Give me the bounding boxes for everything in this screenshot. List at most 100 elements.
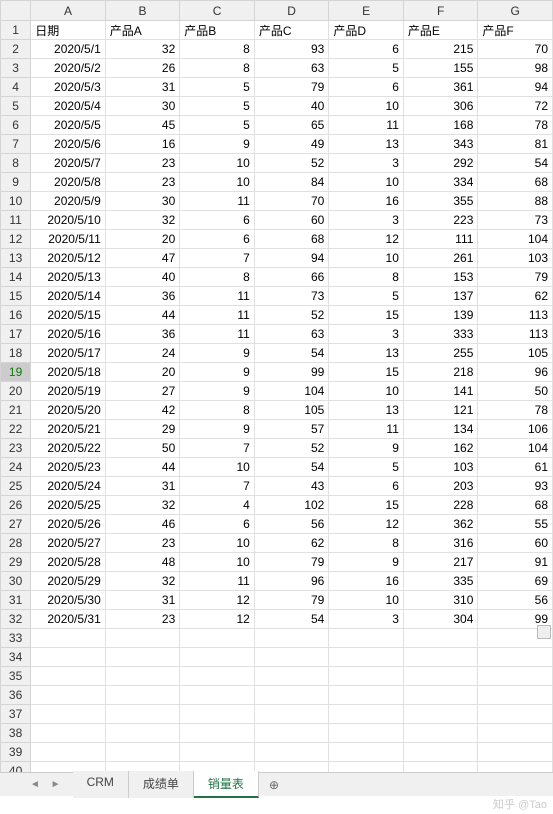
cell-B34[interactable] xyxy=(105,648,180,667)
cell-B19[interactable]: 20 xyxy=(105,363,180,382)
cell-B28[interactable]: 23 xyxy=(105,534,180,553)
cell-F36[interactable] xyxy=(403,686,478,705)
cell-C22[interactable]: 9 xyxy=(180,420,255,439)
cell-B7[interactable]: 16 xyxy=(105,135,180,154)
cell-E10[interactable]: 16 xyxy=(329,192,404,211)
cell-B2[interactable]: 32 xyxy=(105,40,180,59)
cell-C31[interactable]: 12 xyxy=(180,591,255,610)
cell-B6[interactable]: 45 xyxy=(105,116,180,135)
cell-B25[interactable]: 31 xyxy=(105,477,180,496)
cell-G4[interactable]: 94 xyxy=(478,78,553,97)
cell-E29[interactable]: 9 xyxy=(329,553,404,572)
cell-C9[interactable]: 10 xyxy=(180,173,255,192)
cell-C21[interactable]: 8 xyxy=(180,401,255,420)
cell-D19[interactable]: 99 xyxy=(254,363,329,382)
cell-A36[interactable] xyxy=(31,686,106,705)
cell-B11[interactable]: 32 xyxy=(105,211,180,230)
cell-G28[interactable]: 60 xyxy=(478,534,553,553)
cell-A14[interactable]: 2020/5/13 xyxy=(31,268,106,287)
cell-C33[interactable] xyxy=(180,629,255,648)
row-header-17[interactable]: 17 xyxy=(1,325,31,344)
cell-G12[interactable]: 104 xyxy=(478,230,553,249)
cell-C15[interactable]: 11 xyxy=(180,287,255,306)
cell-G36[interactable] xyxy=(478,686,553,705)
cell-A17[interactable]: 2020/5/16 xyxy=(31,325,106,344)
cell-A27[interactable]: 2020/5/26 xyxy=(31,515,106,534)
cell-A11[interactable]: 2020/5/10 xyxy=(31,211,106,230)
cell-C2[interactable]: 8 xyxy=(180,40,255,59)
cell-F2[interactable]: 215 xyxy=(403,40,478,59)
cell-C4[interactable]: 5 xyxy=(180,78,255,97)
cell-D6[interactable]: 65 xyxy=(254,116,329,135)
cell-E4[interactable]: 6 xyxy=(329,78,404,97)
cell-B31[interactable]: 31 xyxy=(105,591,180,610)
cell-G22[interactable]: 106 xyxy=(478,420,553,439)
cell-A4[interactable]: 2020/5/3 xyxy=(31,78,106,97)
row-header-26[interactable]: 26 xyxy=(1,496,31,515)
cell-F5[interactable]: 306 xyxy=(403,97,478,116)
cell-E1[interactable]: 产品D xyxy=(329,21,404,40)
cell-A16[interactable]: 2020/5/15 xyxy=(31,306,106,325)
cell-D20[interactable]: 104 xyxy=(254,382,329,401)
cell-D21[interactable]: 105 xyxy=(254,401,329,420)
cell-C38[interactable] xyxy=(180,724,255,743)
cell-E23[interactable]: 9 xyxy=(329,439,404,458)
cell-A20[interactable]: 2020/5/19 xyxy=(31,382,106,401)
row-header-10[interactable]: 10 xyxy=(1,192,31,211)
cell-A28[interactable]: 2020/5/27 xyxy=(31,534,106,553)
cell-C16[interactable]: 11 xyxy=(180,306,255,325)
cell-B27[interactable]: 46 xyxy=(105,515,180,534)
cell-B13[interactable]: 47 xyxy=(105,249,180,268)
cell-F8[interactable]: 292 xyxy=(403,154,478,173)
row-header-4[interactable]: 4 xyxy=(1,78,31,97)
cell-E18[interactable]: 13 xyxy=(329,344,404,363)
cell-F1[interactable]: 产品E xyxy=(403,21,478,40)
cell-E39[interactable] xyxy=(329,743,404,762)
cell-F4[interactable]: 361 xyxy=(403,78,478,97)
cell-C14[interactable]: 8 xyxy=(180,268,255,287)
cell-D26[interactable]: 102 xyxy=(254,496,329,515)
cell-B32[interactable]: 23 xyxy=(105,610,180,629)
cell-B30[interactable]: 32 xyxy=(105,572,180,591)
cell-B35[interactable] xyxy=(105,667,180,686)
cell-B23[interactable]: 50 xyxy=(105,439,180,458)
sheet-tab-销量表[interactable]: 销量表 xyxy=(194,771,259,798)
cell-D27[interactable]: 56 xyxy=(254,515,329,534)
cell-B21[interactable]: 42 xyxy=(105,401,180,420)
cell-A18[interactable]: 2020/5/17 xyxy=(31,344,106,363)
row-header-39[interactable]: 39 xyxy=(1,743,31,762)
row-header-20[interactable]: 20 xyxy=(1,382,31,401)
cell-E28[interactable]: 8 xyxy=(329,534,404,553)
cell-A2[interactable]: 2020/5/1 xyxy=(31,40,106,59)
cell-A23[interactable]: 2020/5/22 xyxy=(31,439,106,458)
cell-G21[interactable]: 78 xyxy=(478,401,553,420)
cell-A26[interactable]: 2020/5/25 xyxy=(31,496,106,515)
cell-G7[interactable]: 81 xyxy=(478,135,553,154)
cell-G15[interactable]: 62 xyxy=(478,287,553,306)
cell-C26[interactable]: 4 xyxy=(180,496,255,515)
cell-G39[interactable] xyxy=(478,743,553,762)
row-header-30[interactable]: 30 xyxy=(1,572,31,591)
cell-E7[interactable]: 13 xyxy=(329,135,404,154)
row-header-16[interactable]: 16 xyxy=(1,306,31,325)
cell-C10[interactable]: 11 xyxy=(180,192,255,211)
cell-B26[interactable]: 32 xyxy=(105,496,180,515)
cell-E11[interactable]: 3 xyxy=(329,211,404,230)
cell-D14[interactable]: 66 xyxy=(254,268,329,287)
cell-D23[interactable]: 52 xyxy=(254,439,329,458)
cell-G25[interactable]: 93 xyxy=(478,477,553,496)
cell-E14[interactable]: 8 xyxy=(329,268,404,287)
cell-G5[interactable]: 72 xyxy=(478,97,553,116)
column-header-G[interactable]: G xyxy=(478,1,553,21)
cell-A10[interactable]: 2020/5/9 xyxy=(31,192,106,211)
cell-G13[interactable]: 103 xyxy=(478,249,553,268)
cell-F6[interactable]: 168 xyxy=(403,116,478,135)
cell-C32[interactable]: 12 xyxy=(180,610,255,629)
cell-C29[interactable]: 10 xyxy=(180,553,255,572)
cell-G14[interactable]: 79 xyxy=(478,268,553,287)
cell-A12[interactable]: 2020/5/11 xyxy=(31,230,106,249)
cell-E22[interactable]: 11 xyxy=(329,420,404,439)
cell-F25[interactable]: 203 xyxy=(403,477,478,496)
paste-options-icon[interactable] xyxy=(537,625,551,639)
cell-A24[interactable]: 2020/5/23 xyxy=(31,458,106,477)
